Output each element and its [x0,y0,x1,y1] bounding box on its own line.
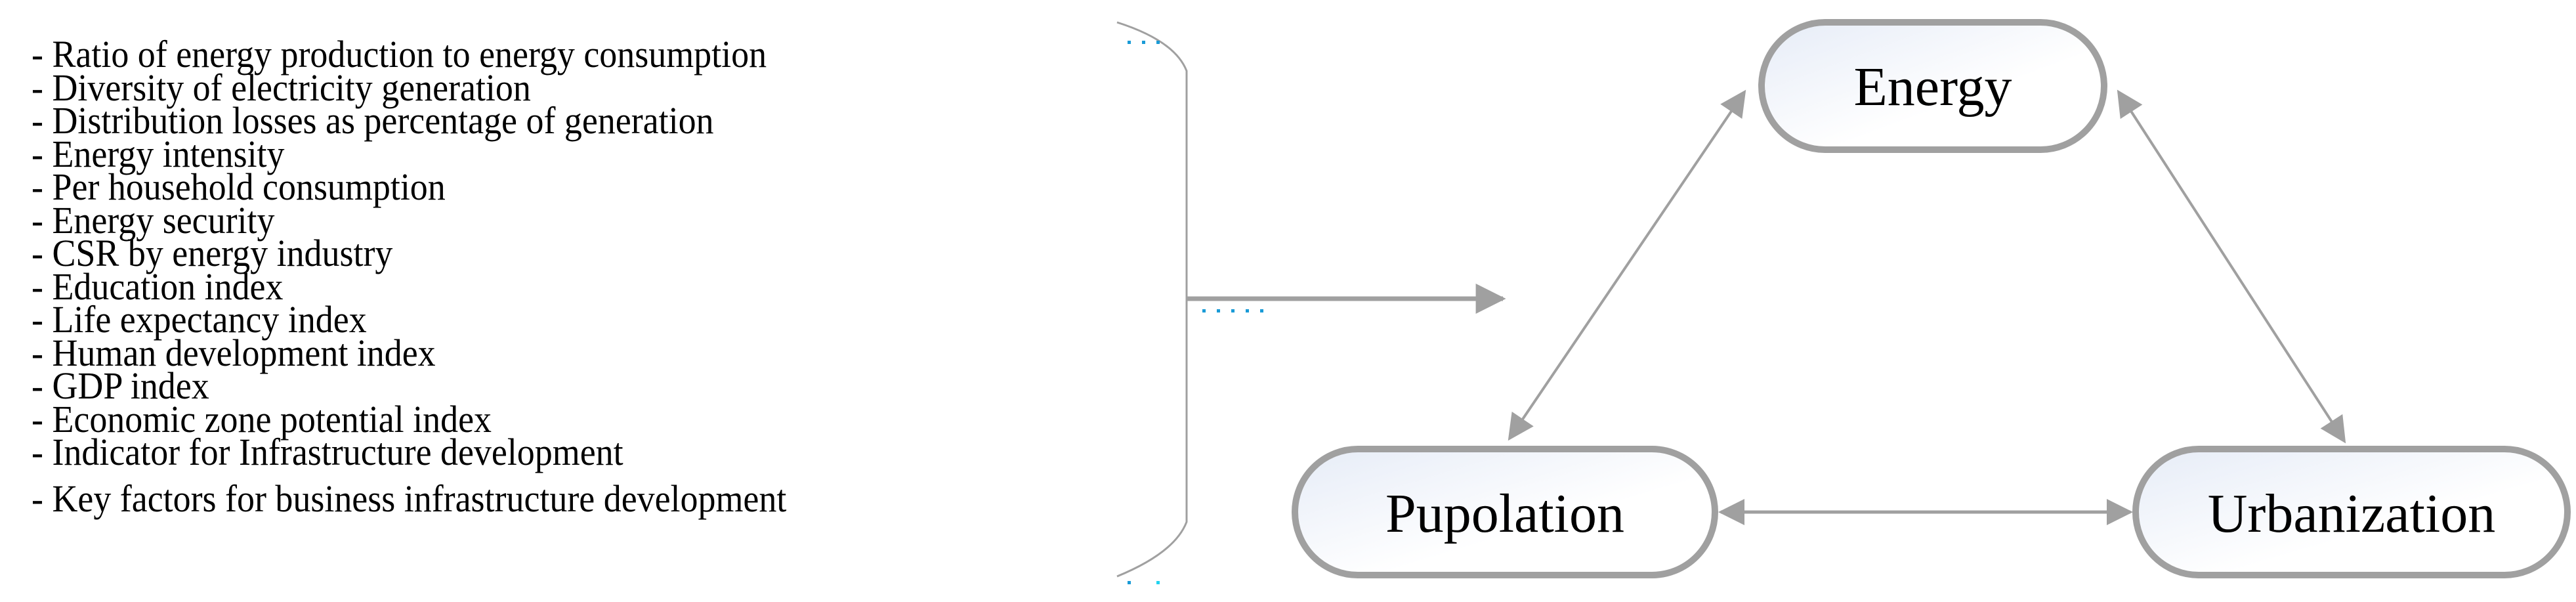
relationship-diagram: Energy Pupolation Urbanization [1116,19,2571,584]
grouping-bracket [1116,21,1188,578]
edge-energy-population [1508,89,1746,441]
bracket-guide-dots [1128,41,1263,584]
node-urbanization-label: Urbanization [2208,483,2496,544]
node-energy: Energy [1758,19,2107,153]
edge-energy-urbanization [2117,89,2346,444]
node-population: Pupolation [1292,446,1718,578]
node-urbanization: Urbanization [2132,446,2571,578]
node-energy-label: Energy [1853,56,2012,118]
node-population-label: Pupolation [1385,483,1624,544]
